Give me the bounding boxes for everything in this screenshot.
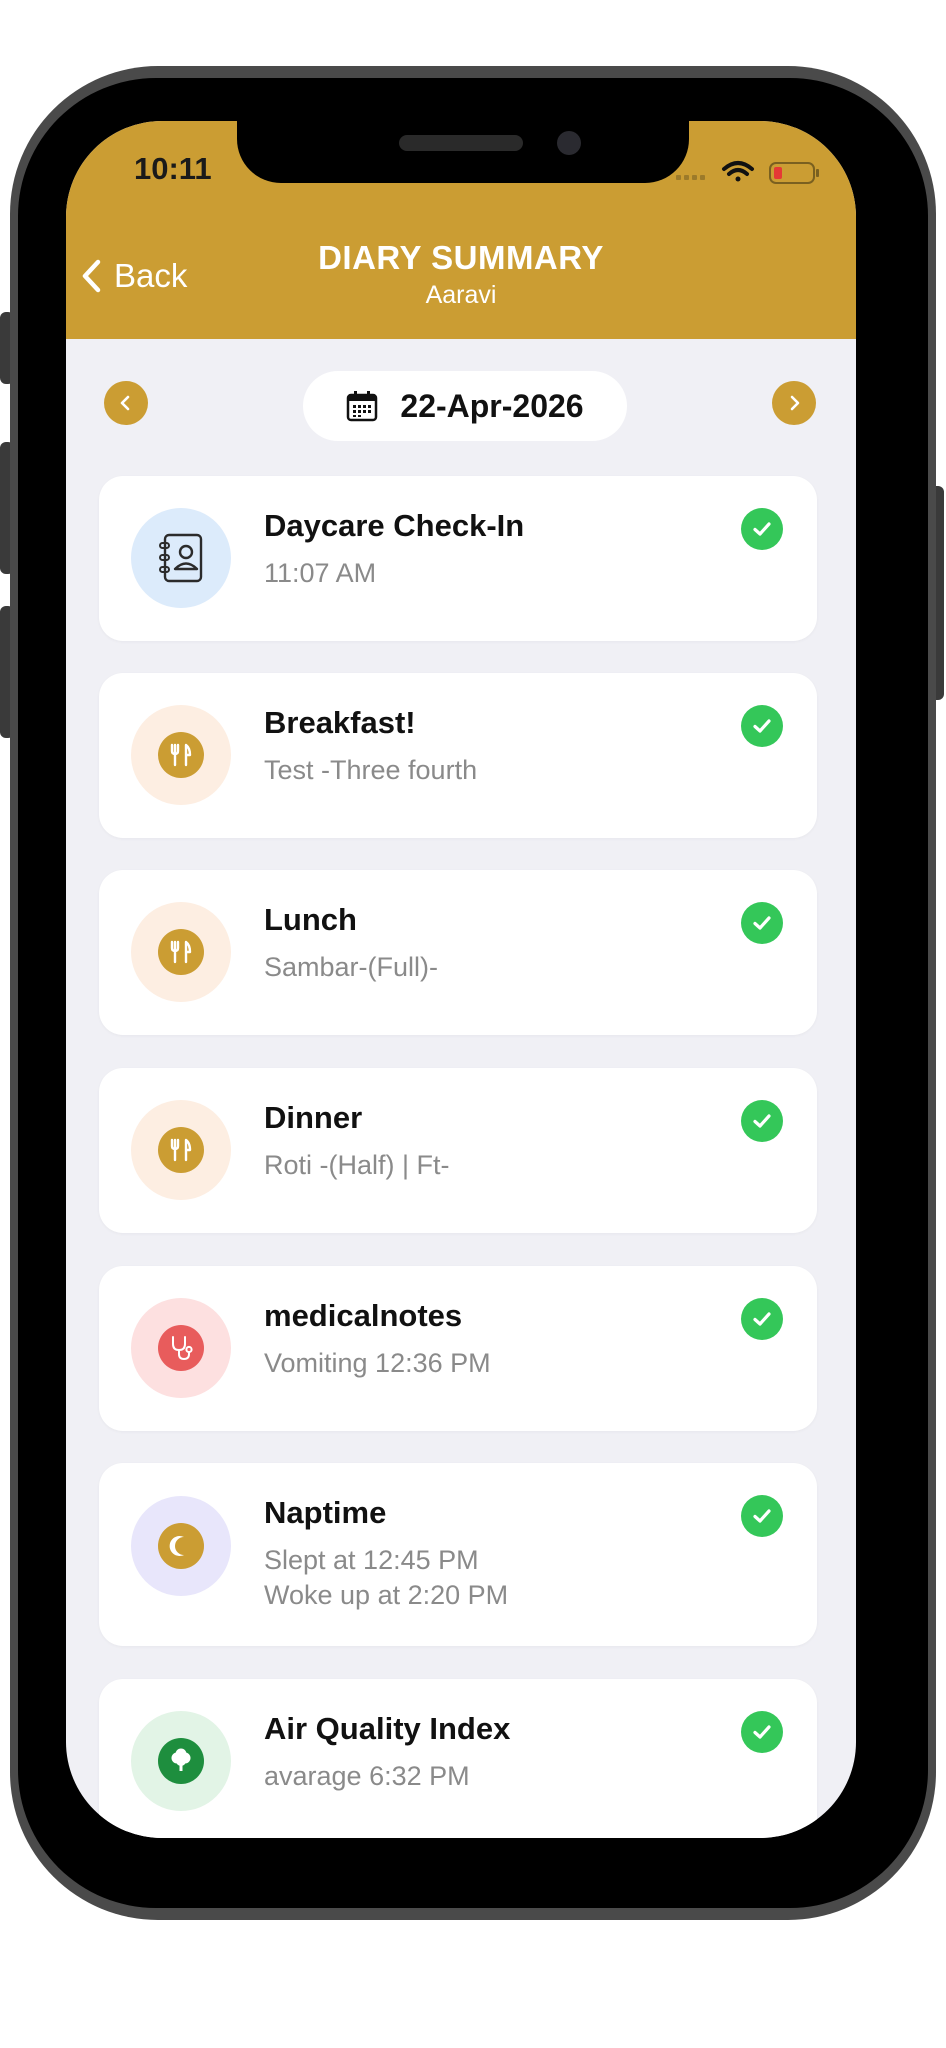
fork-knife-icon xyxy=(158,929,204,975)
entry-detail: Slept at 12:45 PM xyxy=(264,1545,479,1575)
front-camera xyxy=(557,131,581,155)
diary-entry-lunch[interactable]: Lunch Sambar-(Full)- xyxy=(99,870,817,1035)
diary-entry-air-quality[interactable]: Air Quality Index avarage 6:32 PM xyxy=(99,1679,817,1838)
check-icon xyxy=(741,1711,783,1753)
diary-entry-breakfast[interactable]: Breakfast! Test -Three fourth xyxy=(99,673,817,838)
battery-icon xyxy=(769,162,819,184)
page-title: DIARY SUMMARY xyxy=(318,239,604,276)
notch xyxy=(237,121,689,183)
wifi-icon xyxy=(722,161,754,182)
entry-title: Daycare Check-In xyxy=(264,508,525,543)
previous-day-button[interactable] xyxy=(104,381,148,425)
chevron-right-icon xyxy=(790,395,800,411)
fork-knife-icon xyxy=(158,732,204,778)
tree-icon xyxy=(158,1738,204,1784)
status-time: 10:11 xyxy=(134,151,212,186)
date-picker[interactable]: 22-Apr-2026 xyxy=(303,371,627,441)
entry-title: Naptime xyxy=(264,1495,387,1530)
check-icon xyxy=(741,1100,783,1142)
check-icon xyxy=(741,902,783,944)
diary-entry-dinner[interactable]: Dinner Roti -(Half) | Ft- xyxy=(99,1068,817,1233)
selected-date: 22-Apr-2026 xyxy=(400,387,584,424)
calendar-icon xyxy=(347,391,378,422)
entry-detail-secondary: Woke up at 2:20 PM xyxy=(264,1580,509,1610)
entry-detail: Roti -(Half) | Ft- xyxy=(264,1150,450,1180)
entry-detail: Test -Three fourth xyxy=(264,755,478,785)
child-name: Aaravi xyxy=(425,281,497,309)
check-icon xyxy=(741,705,783,747)
entry-icon-circle xyxy=(131,705,231,805)
status-icons-svg xyxy=(676,161,819,184)
entry-detail: 11:07 AM xyxy=(264,558,377,588)
fork-knife-icon xyxy=(158,1127,204,1173)
diary-entry-medical-notes[interactable]: medicalnotes Vomiting 12:36 PM xyxy=(99,1266,817,1431)
chevron-left-icon xyxy=(120,395,130,411)
entry-title: Air Quality Index xyxy=(264,1711,511,1746)
contact-book-icon xyxy=(159,533,203,583)
entry-detail: avarage 6:32 PM xyxy=(264,1761,470,1791)
screen: 10:11 Back DIARY SUMMARY Aaravi 22-Apr-2… xyxy=(66,121,856,1838)
moon-icon xyxy=(158,1523,204,1569)
entry-detail: Sambar-(Full)- xyxy=(264,952,439,982)
status-icons xyxy=(676,157,826,187)
check-icon xyxy=(741,508,783,550)
entry-icon-circle xyxy=(131,902,231,1002)
speaker xyxy=(399,135,523,151)
stage: 10:11 Back DIARY SUMMARY Aaravi 22-Apr-2… xyxy=(0,0,946,2048)
next-day-button[interactable] xyxy=(772,381,816,425)
stethoscope-icon xyxy=(158,1325,204,1371)
check-icon xyxy=(741,1298,783,1340)
diary-entry-naptime[interactable]: Naptime Slept at 12:45 PM Woke up at 2:2… xyxy=(99,1463,817,1646)
entry-title: Breakfast! xyxy=(264,705,416,740)
entry-title: medicalnotes xyxy=(264,1298,463,1333)
cellular-signal-icon xyxy=(676,175,705,180)
entry-title: Lunch xyxy=(264,902,357,937)
entry-icon-circle xyxy=(131,508,231,608)
entry-icon-circle xyxy=(131,1298,231,1398)
entry-icon-circle xyxy=(131,1711,231,1811)
entry-detail: Vomiting 12:36 PM xyxy=(264,1348,491,1378)
diary-entry-checkin[interactable]: Daycare Check-In 11:07 AM xyxy=(99,476,817,641)
entry-icon-circle xyxy=(131,1100,231,1200)
entry-title: Dinner xyxy=(264,1100,363,1135)
entry-icon-circle xyxy=(131,1496,231,1596)
check-icon xyxy=(741,1495,783,1537)
